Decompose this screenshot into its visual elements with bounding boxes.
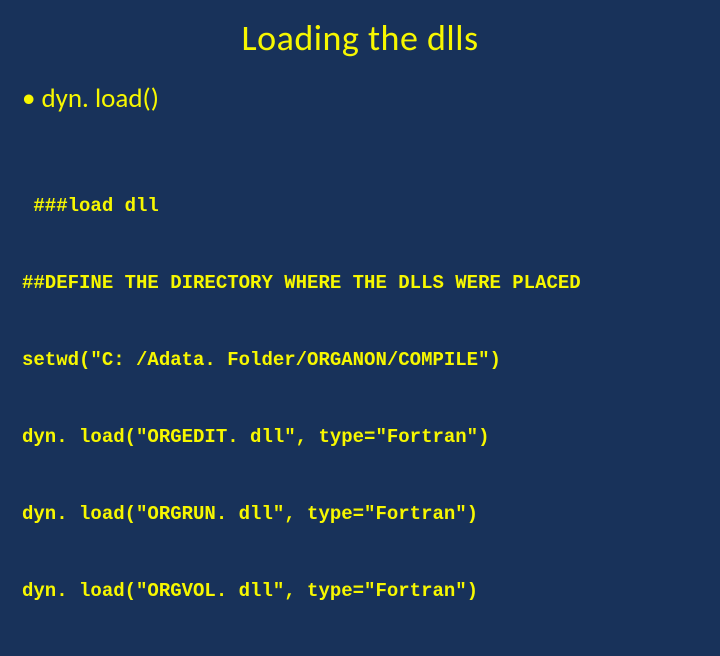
code-line-5: dyn. load("ORGRUN. dll", type="Fortran")	[22, 502, 702, 528]
bullet-text: dyn. load()	[41, 82, 158, 115]
slide-container: Loading the dlls •dyn. load() ###load dl…	[0, 0, 720, 540]
code-line-6: dyn. load("ORGVOL. dll", type="Fortran")	[22, 579, 702, 605]
code-block: ###load dll ##DEFINE THE DIRECTORY WHERE…	[18, 143, 702, 656]
bullet-marker: •	[22, 82, 35, 115]
code-line-2: ##DEFINE THE DIRECTORY WHERE THE DLLS WE…	[22, 271, 702, 297]
slide-title: Loading the dlls	[18, 16, 702, 60]
code-line-4: dyn. load("ORGEDIT. dll", type="Fortran"…	[22, 425, 702, 451]
bullet-item: •dyn. load()	[18, 82, 702, 115]
code-line-1: ###load dll	[22, 194, 702, 220]
code-line-3: setwd("C: /Adata. Folder/ORGANON/COMPILE…	[22, 348, 702, 374]
